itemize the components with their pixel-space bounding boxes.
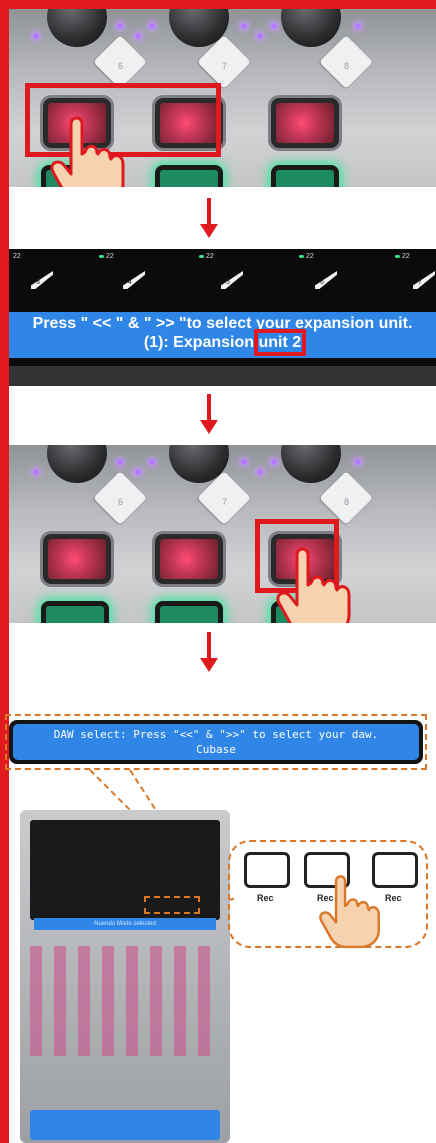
console-photo: Nuendo Mode selected xyxy=(20,810,230,1143)
rec-button[interactable] xyxy=(244,852,290,888)
button-matrix xyxy=(30,946,220,1056)
console-lcd: Nuendo Mode selected xyxy=(34,918,216,930)
pointing-hand-icon xyxy=(319,875,380,949)
rec-label: Rec xyxy=(257,893,274,903)
rec-callout-small xyxy=(144,896,200,914)
console-lower-display xyxy=(30,1110,220,1140)
rec-label: Rec xyxy=(385,893,402,903)
